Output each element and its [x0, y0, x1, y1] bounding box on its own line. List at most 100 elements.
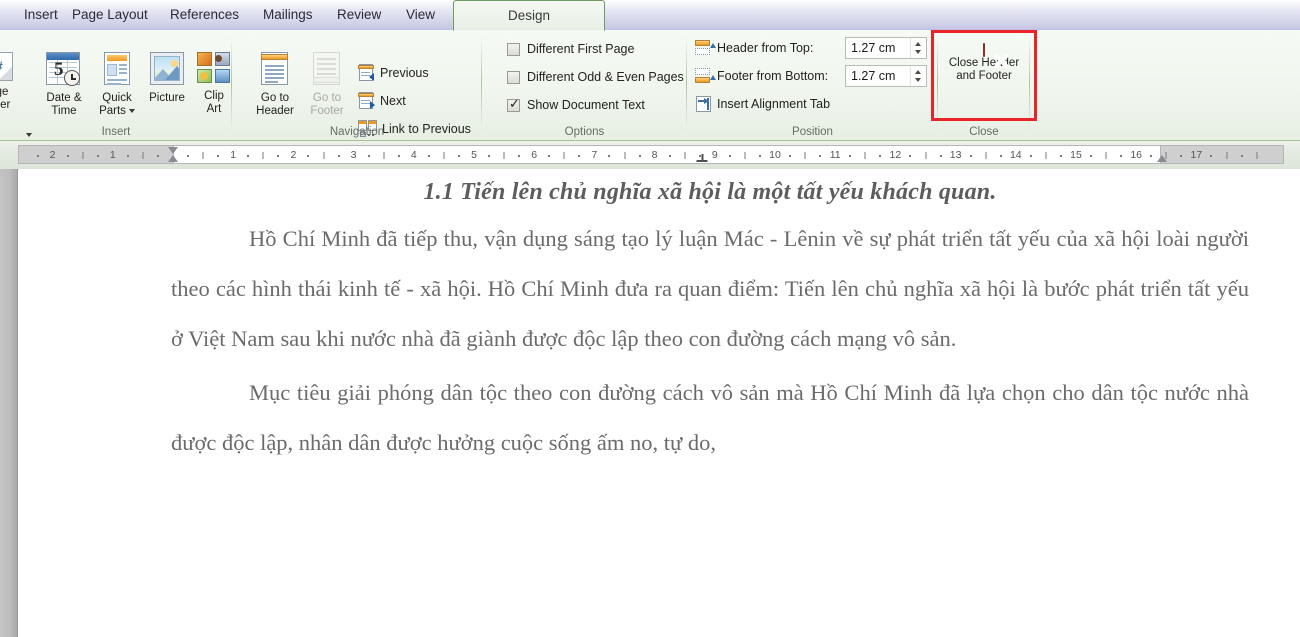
page-number-label-line1: ge [0, 86, 26, 99]
ruler-dot-tick [1030, 155, 1032, 157]
ruler-dot-tick [338, 155, 340, 157]
page-number-button[interactable]: # ge ber [0, 52, 26, 112]
left-indent-marker[interactable] [168, 155, 178, 162]
tab-stop-marker[interactable] [697, 154, 708, 162]
footer-from-bottom-row[interactable]: Footer from Bottom: [695, 63, 828, 89]
document-heading: 1.1 Tiến lên chủ nghĩa xã hội là một tất… [171, 179, 1249, 206]
tab-insert[interactable]: Insert [14, 0, 68, 30]
insert-alignment-tab-button[interactable]: Insert Alignment Tab [695, 91, 830, 117]
tab-review[interactable]: Review [327, 0, 391, 30]
ruler-dot-tick [1120, 155, 1122, 157]
ribbon: # ge ber 5 [0, 30, 1300, 141]
document-page[interactable]: 1.1 Tiến lên chủ nghĩa xã hội là một tất… [19, 169, 1300, 637]
different-first-page-checkbox[interactable]: Different First Page [507, 36, 634, 62]
go-to-header-label-line1: Go to [246, 92, 304, 105]
quick-parts-label-line2: Parts [99, 105, 126, 118]
document-content[interactable]: 1.1 Tiến lên chủ nghĩa xã hội là một tất… [171, 179, 1249, 472]
footer-from-bottom-spinner[interactable] [910, 66, 926, 86]
tab-page-layout[interactable]: Page Layout [62, 0, 158, 30]
close-header-and-footer-label-line1: Close Header [938, 57, 1030, 70]
next-button[interactable]: Next [358, 88, 406, 114]
ruler-dot-tick [819, 155, 821, 157]
footer-from-bottom-value[interactable]: 1.27 cm [846, 69, 910, 83]
go-to-header-button[interactable]: Go to Header [246, 52, 304, 118]
ruler-bar-tick [383, 152, 384, 159]
previous-button[interactable]: Previous [358, 60, 429, 86]
tab-references[interactable]: References [160, 0, 249, 30]
ruler-bar-tick [744, 152, 745, 159]
ruler-dot-tick [608, 155, 610, 157]
checkbox-icon[interactable] [507, 43, 520, 56]
go-to-footer-label-line2: Footer [298, 105, 356, 118]
ruler-number: 9 [712, 146, 718, 165]
picture-button[interactable]: Picture [140, 52, 194, 105]
date-and-time-button[interactable]: 5 Date & Time [38, 52, 90, 118]
ruler-dot-tick [669, 155, 671, 157]
different-first-page-label: Different First Page [527, 42, 634, 56]
ruler-dot-tick [1150, 155, 1152, 157]
ruler-dot-tick [1180, 155, 1182, 157]
ruler-dot-tick [1060, 155, 1062, 157]
previous-label: Previous [380, 66, 429, 80]
hash-glyph-icon: # [0, 60, 3, 73]
ruler-bar-tick [263, 152, 264, 159]
clock-icon [64, 70, 80, 86]
ruler-bar-tick [564, 152, 565, 159]
ruler-bar-tick [1106, 152, 1107, 159]
ruler-number: 17 [1191, 146, 1203, 165]
ruler-dot-tick [398, 155, 400, 157]
horizontal-ruler-band[interactable]: 211234567891011121314151617 [0, 141, 1300, 170]
go-to-footer-label-line1: Go to [298, 92, 356, 105]
ruler-bar-tick [684, 152, 685, 159]
quick-parts-icon [104, 52, 130, 85]
group-label-options: Options [482, 126, 687, 138]
ruler-number: 2 [290, 146, 296, 165]
ruler-number: 11 [830, 146, 841, 165]
header-from-top-row[interactable]: Header from Top: [695, 35, 813, 61]
ruler-bar-tick [323, 152, 324, 159]
word-application-window: Insert Page Layout References Mailings R… [0, 0, 1300, 637]
group-label-close: Close [938, 126, 1030, 138]
ruler-bar-tick [504, 152, 505, 159]
ruler-dot-tick [578, 155, 580, 157]
checkbox-checked-icon[interactable] [507, 99, 520, 112]
right-indent-marker[interactable] [1157, 155, 1167, 162]
header-from-top-spinner[interactable] [910, 38, 926, 58]
horizontal-ruler[interactable]: 211234567891011121314151617 [18, 145, 1284, 164]
ruler-bar-tick [142, 152, 143, 159]
tab-mailings[interactable]: Mailings [253, 0, 323, 30]
ruler-dot-tick [217, 155, 219, 157]
close-header-and-footer-button[interactable]: Close Header and Footer [938, 44, 1030, 83]
close-header-and-footer-label-line2: and Footer [938, 70, 1030, 83]
go-to-footer-button[interactable]: Go to Footer [298, 52, 356, 118]
insert-alignment-tab-label: Insert Alignment Tab [717, 97, 830, 111]
different-odd-even-pages-checkbox[interactable]: Different Odd & Even Pages [507, 64, 684, 90]
ruler-dot-tick [157, 155, 159, 157]
tab-view[interactable]: View [396, 0, 445, 30]
first-line-indent-marker[interactable] [168, 147, 178, 154]
close-red-x-icon [983, 43, 985, 57]
show-document-text-checkbox[interactable]: Show Document Text [507, 92, 645, 118]
ruler-dot-tick [187, 155, 189, 157]
ruler-bar-tick [1226, 152, 1227, 159]
left-margin-rail [0, 169, 18, 637]
previous-section-icon [358, 64, 376, 82]
quick-parts-dropdown-arrow-icon[interactable] [129, 109, 135, 113]
page-number-label-line2: ber [0, 99, 26, 112]
ruler-dot-tick [1241, 155, 1243, 157]
quick-parts-button[interactable]: Quick Parts [90, 52, 144, 118]
ruler-dot-tick [127, 155, 129, 157]
tab-design[interactable]: Design [453, 0, 605, 31]
header-from-top-value[interactable]: 1.27 cm [846, 41, 910, 55]
show-document-text-label: Show Document Text [527, 98, 645, 112]
document-paragraph-2: Mục tiêu giải phóng dân tộc theo con đườ… [171, 368, 1249, 468]
ruler-dot-tick [518, 155, 520, 157]
ruler-bar-tick [865, 152, 866, 159]
header-from-top-input[interactable]: 1.27 cm [845, 37, 927, 59]
ruler-number: 7 [591, 146, 597, 165]
footer-from-bottom-input[interactable]: 1.27 cm [845, 65, 927, 87]
ruler-dot-tick [97, 155, 99, 157]
ruler-number: 1 [230, 146, 236, 165]
checkbox-icon[interactable] [507, 71, 520, 84]
ruler-number: 16 [1130, 146, 1142, 165]
